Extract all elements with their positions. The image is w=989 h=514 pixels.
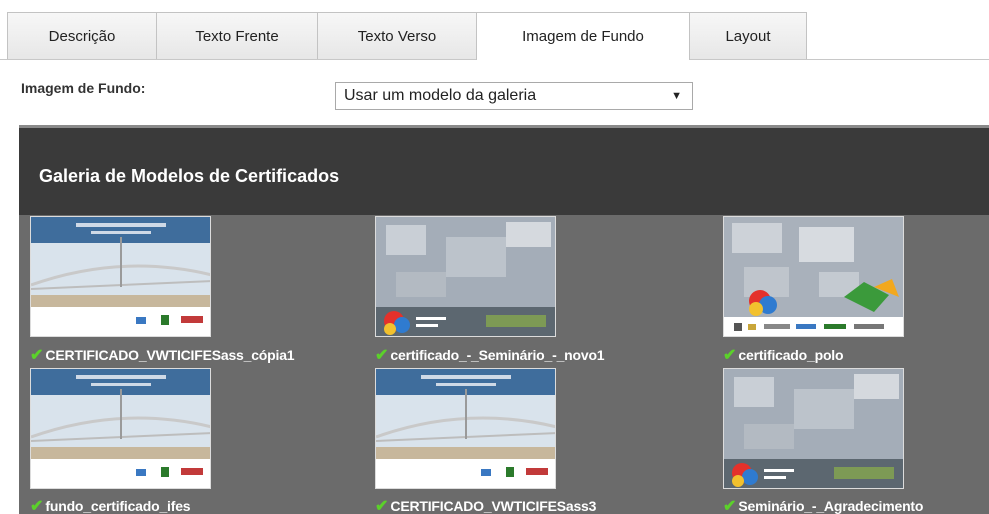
template-thumbnail[interactable] [375,368,556,489]
tab-imagem-de-fundo[interactable]: Imagem de Fundo [476,12,690,60]
background-source-select[interactable]: Usar um modelo da galeria ▼ [335,82,693,110]
tab-texto-frente[interactable]: Texto Frente [156,12,318,59]
template-thumbnail[interactable] [30,216,211,337]
gallery-header: Galeria de Modelos de Certificados [19,128,989,215]
bridge-certificate-image [376,369,555,488]
checkmark-icon: ✔ [30,498,44,514]
template-name[interactable]: ✔ CERTIFICADO_VWTICIFESass3 [375,496,596,514]
template-thumbnail[interactable] [30,368,211,489]
template-thumbnail[interactable] [723,368,904,489]
certificate-gallery: Galeria de Modelos de Certificados ✔ CERT… [19,125,989,514]
template-thumbnail[interactable] [375,216,556,337]
tab-descricao[interactable]: Descrição [7,12,157,59]
template-thumbnail[interactable] [723,216,904,337]
checkmark-icon: ✔ [723,498,737,514]
aerial-logos-certificate-image [724,217,903,336]
checkmark-icon: ✔ [30,347,44,364]
bridge-certificate-image [31,217,210,336]
template-name[interactable]: ✔ fundo_certificado_ifes [30,496,191,514]
select-value: Usar um modelo da galeria [344,87,537,104]
checkmark-icon: ✔ [375,498,389,514]
checkmark-icon: ✔ [375,347,389,364]
template-name[interactable]: ✔ certificado_-_Seminário_-_novo1 [375,345,605,365]
template-name[interactable]: ✔ certificado_polo [723,345,844,365]
tab-layout[interactable]: Layout [689,12,807,59]
aerial-certificate-image [724,369,903,488]
gallery-title: Galeria de Modelos de Certificados [39,166,340,186]
template-name[interactable]: ✔ CERTIFICADO_VWTICIFESass_cópia1 [30,345,295,365]
dropdown-arrow-icon: ▼ [671,90,682,102]
aerial-certificate-image [376,217,555,336]
tab-bar: Descrição Texto Frente Texto Verso Image… [0,0,989,60]
tab-texto-verso[interactable]: Texto Verso [317,12,477,59]
bridge-certificate-image [31,369,210,488]
template-name[interactable]: ✔ Seminário_-_Agradecimento [723,496,923,514]
checkmark-icon: ✔ [723,347,737,364]
background-image-label: Imagem de Fundo: [21,80,146,96]
